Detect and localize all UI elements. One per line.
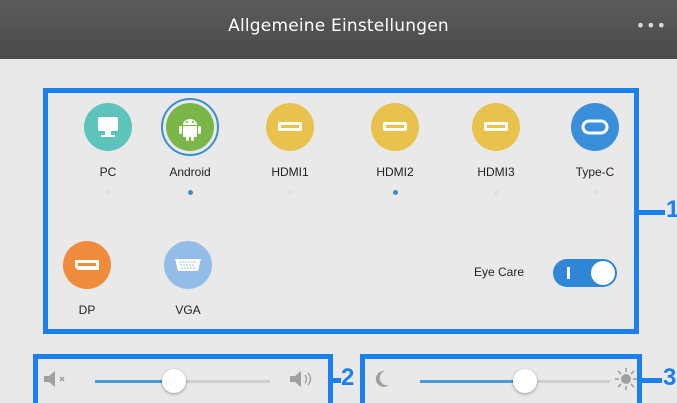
callout-number-2: 2 (341, 364, 355, 391)
callout-box-brightness (360, 354, 642, 403)
callout-number-1: 1 (666, 196, 677, 223)
callout-line-3 (642, 378, 662, 383)
callout-box-sources (43, 88, 639, 334)
callout-line-2 (333, 378, 341, 383)
callout-line-1 (639, 210, 665, 215)
callout-box-volume (33, 354, 333, 403)
window-title: Allgemeine Einstellungen (228, 16, 449, 36)
callout-number-3: 3 (663, 364, 677, 391)
title-bar: Allgemeine Einstellungen ••• (0, 0, 677, 59)
more-options-icon[interactable]: ••• (636, 16, 667, 35)
